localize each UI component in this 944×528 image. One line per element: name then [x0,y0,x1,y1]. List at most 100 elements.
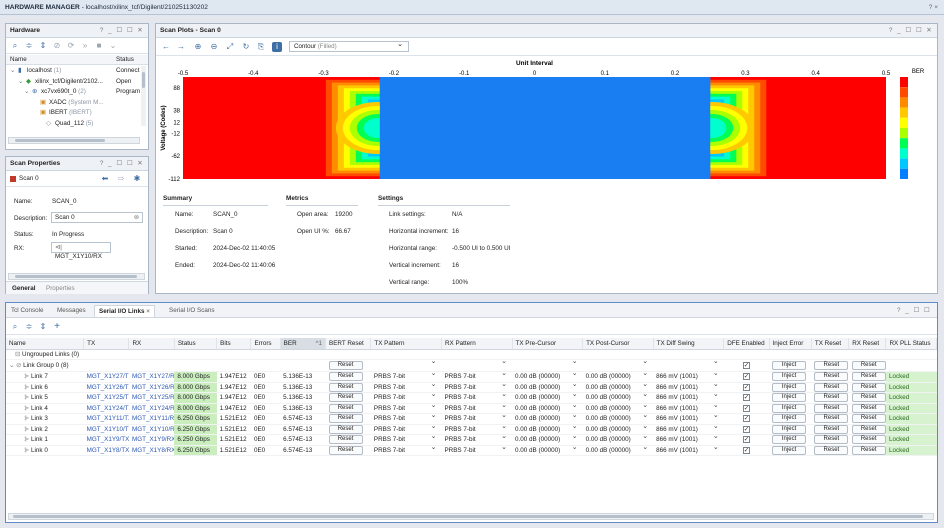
rx-pattern-select[interactable]: PRBS 7-bit [444,424,512,434]
col-header[interactable]: TX [83,338,130,350]
tx-pre-cursor-select[interactable]: 0.00 dB (00000) [515,403,583,413]
panel-controls[interactable]: ? _ ☐ ☐ [897,307,931,314]
dfe-checkbox[interactable] [742,361,750,369]
rx-pattern-select[interactable]: PRBS 7-bit [444,393,512,402]
tab-general[interactable]: General [12,285,35,292]
panel-controls[interactable]: ? _ ☐ ☐ ✕ [100,27,144,34]
forward-icon[interactable]: → [176,42,186,52]
tx-pattern-select[interactable] [374,360,442,369]
rx-reset-button[interactable]: Reset [851,445,886,455]
tx-diff-swing-select[interactable]: 866 mV (1001) [656,393,724,402]
rx-reset-button[interactable]: Reset [851,403,886,413]
tx-pattern-select[interactable]: PRBS 7-bit [374,435,442,444]
tx-diff-swing-select[interactable]: 866 mV (1001) [656,445,724,455]
link-row[interactable]: ⊱ Link 0 MGT_X1Y8/TX MGT_X1Y8/RX 6.250 G… [6,445,937,456]
tx-diff-swing-select[interactable]: 866 mV (1001) [656,435,724,444]
dfe-checkbox[interactable] [742,414,750,423]
link-row[interactable]: ⊱ Link 6 MGT_X1Y26/TX MGT_X1Y26/RX 8.000… [6,382,937,393]
inject-button[interactable]: Inject [772,382,807,392]
tx-post-cursor-select[interactable] [586,360,654,369]
dfe-checkbox[interactable] [742,404,750,412]
bert-reset-button[interactable]: Reset [328,445,363,455]
add-icon[interactable]: + [52,322,62,332]
link-row[interactable]: ⊱ Link 5 MGT_X1Y25/TX MGT_X1Y25/RX 8.000… [6,392,937,404]
tx-post-cursor-select[interactable]: 0.00 dB (00000) [586,372,654,381]
tx-post-cursor-select[interactable]: 0.00 dB (00000) [586,403,654,413]
rx-reset-button[interactable]: Reset [851,382,886,392]
dfe-checkbox[interactable] [742,383,750,391]
plot-type-select[interactable]: Contour (Filled) ⌄ [289,41,409,52]
tx-pre-cursor-select[interactable]: 0.00 dB (00000) [515,372,583,381]
panel-controls[interactable]: ? _ ☐ ☐ ✕ [889,27,933,34]
tx-pre-cursor-select[interactable]: 0.00 dB (00000) [515,393,583,402]
search-icon[interactable]: ⌕ [10,322,20,332]
rx-pattern-select[interactable] [444,360,512,369]
tx-post-cursor-select[interactable]: 0.00 dB (00000) [586,435,654,444]
tx-pre-cursor-select[interactable]: 0.00 dB (00000) [515,435,583,444]
inject-button[interactable]: Inject [772,414,807,424]
col-header[interactable]: RX Pattern [441,338,513,350]
tx-reset-button[interactable]: Reset [814,372,849,382]
rx-pattern-select[interactable]: PRBS 7-bit [444,403,512,413]
tx-post-cursor-select[interactable]: 0.00 dB (00000) [586,414,654,423]
col-header[interactable]: Bits [216,338,252,350]
clear-icon[interactable]: ⊗ [134,213,139,222]
tab-messages[interactable]: Messages [57,307,86,314]
rx-reset-button[interactable]: Reset [851,435,886,445]
bert-reset-button[interactable]: Reset [328,424,363,434]
col-header[interactable]: Status [174,338,218,350]
stop-icon[interactable]: ■ [94,41,104,51]
bert-reset-button[interactable]: Reset [328,372,363,382]
bert-reset-button[interactable]: Reset [328,435,363,445]
tx-reset-button[interactable]: Reset [814,403,849,413]
rx-pattern-select[interactable]: PRBS 7-bit [444,435,512,444]
rx-reset-button[interactable]: Reset [851,414,886,424]
expand-all-icon[interactable]: ⇕ [38,322,48,332]
rx-cell[interactable]: MGT_X1Y27/RX [128,371,175,383]
panel-controls[interactable]: ? _ ☐ ☐ ✕ [100,160,144,167]
rx-reset-button[interactable]: Reset [851,361,886,370]
dfe-checkbox[interactable] [742,446,750,454]
tx-reset-button[interactable]: Reset [814,382,849,392]
inject-button[interactable]: Inject [772,372,807,382]
tree-row[interactable]: ⌄ ⊕ xc7vx690t_0 (2) Program [6,87,148,97]
bert-reset-button[interactable]: Reset [328,403,363,413]
col-header[interactable]: RX [128,338,175,350]
chevron-down-icon[interactable]: ⌄ [24,87,29,97]
col-header[interactable]: TX Diff Swing [653,338,725,350]
link-row[interactable]: ⊱ Link 1 MGT_X1Y9/TX MGT_X1Y9/RX 6.250 G… [6,434,937,446]
tx-diff-swing-select[interactable] [656,360,724,369]
tx-pattern-select[interactable]: PRBS 7-bit [374,372,442,381]
tree-row[interactable]: ⌄ ▮ localhost (1) Connect [6,66,148,76]
tx-post-cursor-select[interactable]: 0.00 dB (00000) [586,393,654,402]
bert-reset-button[interactable]: Reset [328,361,363,370]
tx-cell[interactable]: MGT_X1Y11/TX [83,413,129,425]
dfe-checkbox[interactable] [742,425,750,433]
tx-pattern-select[interactable]: PRBS 7-bit [374,445,442,455]
group-row[interactable]: ⌄ ⊘ Link Group 0 (8) Reset Inject Reset … [6,359,937,372]
chevron-down-icon[interactable]: ⌄ [18,77,23,87]
tree-row[interactable]: ◇ Quad_112 (5) [6,119,148,129]
tx-pattern-select[interactable]: PRBS 7-bit [374,382,442,392]
tx-reset-button[interactable]: Reset [814,445,849,455]
inject-button[interactable]: Inject [772,445,807,455]
rx-cell[interactable]: MGT_X1Y8/RX [128,445,175,456]
rx-pattern-select[interactable]: PRBS 7-bit [444,372,512,381]
expand-all-icon[interactable]: ⇕ [38,41,48,51]
rx-reset-button[interactable]: Reset [851,372,886,382]
rx-cell[interactable]: MGT_X1Y9/RX [128,434,175,446]
tree-row[interactable]: ⌄ ◆ xilinx_tcf/Digilent/2102... Open [6,77,148,87]
bert-reset-button[interactable]: Reset [328,414,363,424]
rx-cell[interactable]: MGT_X1Y24/RX [128,403,175,414]
refresh-icon[interactable]: ⟳ [66,41,76,51]
rx-reset-button[interactable]: Reset [851,393,886,403]
tx-diff-swing-select[interactable]: 866 mV (1001) [656,403,724,413]
tx-pre-cursor-select[interactable]: 0.00 dB (00000) [515,414,583,423]
description-field[interactable]: Scan 0 ⊗ [51,212,143,223]
col-header[interactable]: TX Post-Cursor [582,338,654,350]
tx-pattern-select[interactable]: PRBS 7-bit [374,424,442,434]
col-header[interactable]: TX Reset [811,338,850,350]
tx-diff-swing-select[interactable]: 866 mV (1001) [656,382,724,392]
col-header[interactable]: TX Pattern [370,338,442,350]
tx-cell[interactable]: MGT_X1Y27/TX [83,371,129,383]
